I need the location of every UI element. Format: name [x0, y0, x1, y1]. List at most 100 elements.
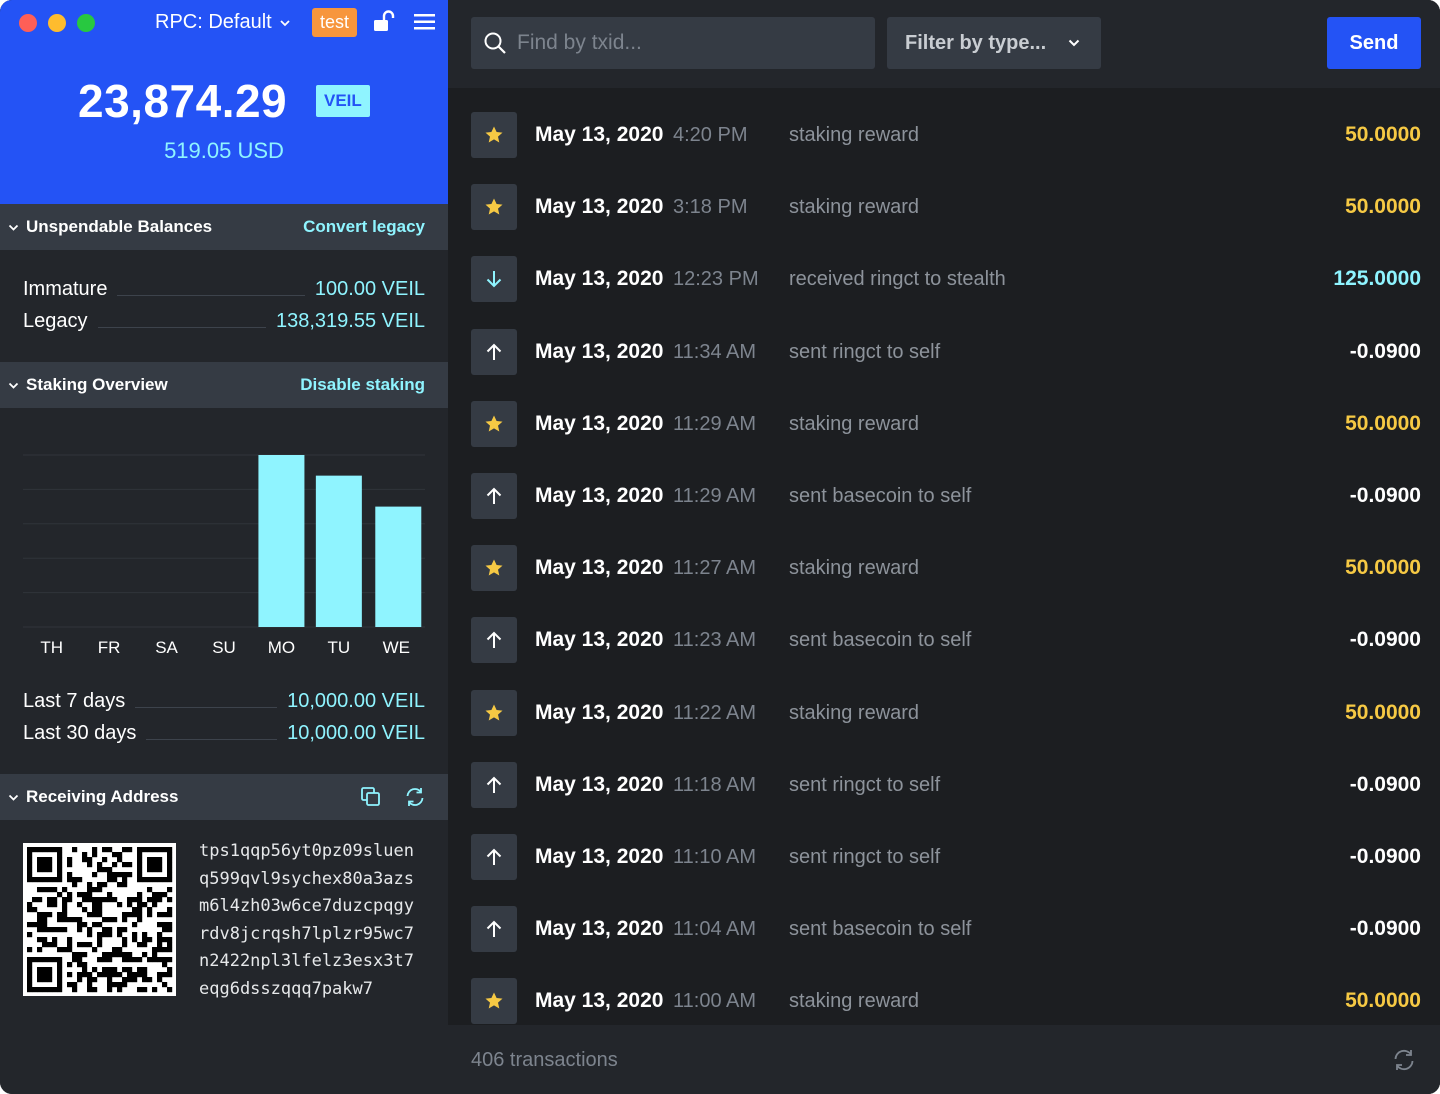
transaction-row[interactable]: May 13, 2020 12:23 PM received ringct to s… — [448, 244, 1440, 316]
arrow-up-icon — [486, 631, 502, 649]
star-icon — [485, 992, 503, 1009]
transaction-row[interactable]: May 13, 2020 11:29 AM staking reward 50.000… — [448, 389, 1440, 461]
x-tick-label: FR — [97, 638, 121, 657]
star-icon — [485, 415, 503, 432]
transaction-row[interactable]: May 13, 2020 11:22 AM staking reward 50.000… — [448, 678, 1440, 750]
last-30-label: Last 30 days — [23, 722, 137, 744]
immature-row: Immature 100.00 VEIL — [23, 278, 425, 301]
refresh-icon[interactable] — [1392, 1048, 1416, 1072]
toolbar: Filter by type... Send — [448, 0, 1440, 88]
copy-icon[interactable] — [360, 786, 382, 808]
transaction-row[interactable]: May 13, 2020 11:04 AM sent basecoin to sel… — [448, 894, 1440, 966]
tx-amount: 50.0000 — [1345, 700, 1421, 724]
disable-staking-link[interactable]: Disable staking — [300, 375, 425, 395]
tx-type-badge — [471, 617, 517, 664]
tx-date: May 13, 2020 — [535, 339, 664, 363]
tx-description: sent basecoin to self — [789, 918, 972, 941]
star-icon — [485, 704, 503, 721]
tx-time: 11:29 AM — [673, 485, 757, 507]
menu-icon[interactable] — [414, 13, 435, 31]
search-box[interactable] — [471, 17, 875, 69]
close-window-button[interactable] — [19, 14, 37, 32]
arrow-up-icon — [486, 920, 502, 938]
arrow-up-icon — [486, 487, 502, 504]
transaction-row[interactable]: May 13, 2020 11:00 AM staking reward 50.000… — [448, 966, 1440, 1025]
tx-date: May 13, 2020 — [535, 845, 664, 868]
address-line: m6l4zh03w6ce7duzcpqgy — [199, 896, 414, 916]
network-badge: test — [312, 8, 358, 37]
star-icon — [485, 198, 503, 215]
tx-date: May 13, 2020 — [535, 700, 664, 724]
address-line: tps1qqp56yt0pz09sluen — [199, 841, 414, 861]
dotted-divider — [135, 707, 278, 708]
tx-type-badge — [471, 112, 517, 158]
transaction-row[interactable]: May 13, 2020 11:18 AM sent ringct to self -… — [448, 750, 1440, 822]
chart-x-labels: TH FR SA SU MO TU WE — [23, 638, 425, 662]
legacy-value: 138,319.55 VEIL — [275, 310, 425, 332]
tx-type-badge — [471, 473, 517, 519]
maximize-window-button[interactable] — [77, 14, 95, 32]
tx-date: May 13, 2020 — [535, 917, 664, 941]
receiving-title: Receiving Address — [26, 787, 179, 806]
tx-type-badge — [471, 400, 517, 447]
transaction-row[interactable]: May 13, 2020 11:27 AM staking reward 50.000… — [448, 533, 1440, 605]
tx-amount: 50.0000 — [1345, 411, 1421, 435]
currency-badge: VEIL — [316, 85, 370, 117]
tx-amount: -0.0900 — [1349, 845, 1421, 868]
transaction-row[interactable]: May 13, 2020 4:20 PM staking reward 50.0000 — [448, 100, 1440, 172]
last-7-value: 10,000.00 VEIL — [287, 690, 425, 712]
transactions-panel: Filter by type... Send May 13, 2020 4:20 … — [448, 0, 1440, 1094]
filter-label: Filter by type... — [905, 31, 1047, 54]
tx-type-badge — [471, 761, 517, 808]
qr-code — [23, 843, 176, 996]
search-icon — [484, 32, 506, 54]
arrow-up-icon — [486, 776, 502, 793]
legacy-label: Legacy — [23, 310, 88, 332]
status-footer: 406 transactions — [448, 1025, 1440, 1094]
convert-legacy-link[interactable]: Convert legacy — [303, 217, 425, 237]
tx-amount: 50.0000 — [1345, 556, 1421, 580]
rpc-label: RPC: Default — [155, 11, 272, 33]
txid-search-input[interactable] — [517, 31, 857, 55]
tx-amount: -0.0900 — [1349, 917, 1421, 941]
unlock-icon[interactable] — [373, 10, 395, 32]
rpc-selector[interactable]: RPC: Default — [155, 11, 292, 34]
unspendable-header[interactable]: Unspendable Balances Convert legacy — [0, 204, 448, 250]
address-line: q599qvl9sychex80a3azs — [199, 868, 414, 889]
dotted-divider — [146, 739, 278, 740]
tx-time: 3:18 PM — [673, 196, 748, 219]
transaction-row[interactable]: May 13, 2020 11:34 AM sent ringct to self -… — [448, 317, 1440, 389]
tx-type-badge — [471, 689, 517, 736]
tx-description: received ringct to stealth — [789, 268, 1006, 291]
balance-panel: RPC: Default test 23,874.29 VEIL 519.05 … — [0, 0, 448, 204]
refresh-address-icon[interactable] — [404, 786, 426, 808]
staking-header[interactable]: Staking Overview Disable staking — [0, 362, 448, 408]
staking-title: Staking Overview — [26, 375, 168, 394]
tx-time: 12:23 PM — [673, 268, 759, 291]
receiving-address[interactable]: tps1qqp56yt0pz09sluen q599qvl9sychex80a3… — [199, 838, 414, 1003]
tx-type-badge — [471, 545, 517, 592]
tx-amount: 50.0000 — [1345, 123, 1421, 146]
send-button[interactable]: Send — [1327, 17, 1421, 69]
transaction-row[interactable]: May 13, 2020 11:29 AM sent basecoin to sel… — [448, 461, 1440, 533]
tx-amount: -0.0900 — [1349, 772, 1421, 796]
tx-type-badge — [471, 184, 517, 231]
type-filter-dropdown[interactable]: Filter by type... — [887, 17, 1101, 69]
minimize-window-button[interactable] — [48, 14, 66, 32]
immature-value: 100.00 VEIL — [314, 278, 425, 300]
tx-date: May 13, 2020 — [535, 989, 664, 1013]
tx-time: 11:18 AM — [673, 773, 757, 796]
address-line: n2422npl3lfelz3esx3t7 — [199, 951, 414, 971]
transaction-row[interactable]: May 13, 2020 11:23 AM sent basecoin to sel… — [448, 605, 1440, 677]
x-tick-label: TU — [327, 638, 351, 657]
tx-time: 11:29 AM — [673, 412, 757, 435]
bar-we — [375, 506, 422, 627]
transaction-row[interactable]: May 13, 2020 11:10 AM sent ringct to self -… — [448, 822, 1440, 894]
transaction-row[interactable]: May 13, 2020 3:18 PM staking reward 50.0000 — [448, 172, 1440, 244]
tx-amount: 50.0000 — [1345, 989, 1421, 1013]
tx-description: staking reward — [789, 196, 920, 219]
tx-time: 11:10 AM — [673, 846, 757, 868]
chevron-down-icon — [1068, 39, 1080, 47]
tx-type-badge — [471, 328, 517, 375]
tx-description: sent basecoin to self — [789, 485, 972, 507]
